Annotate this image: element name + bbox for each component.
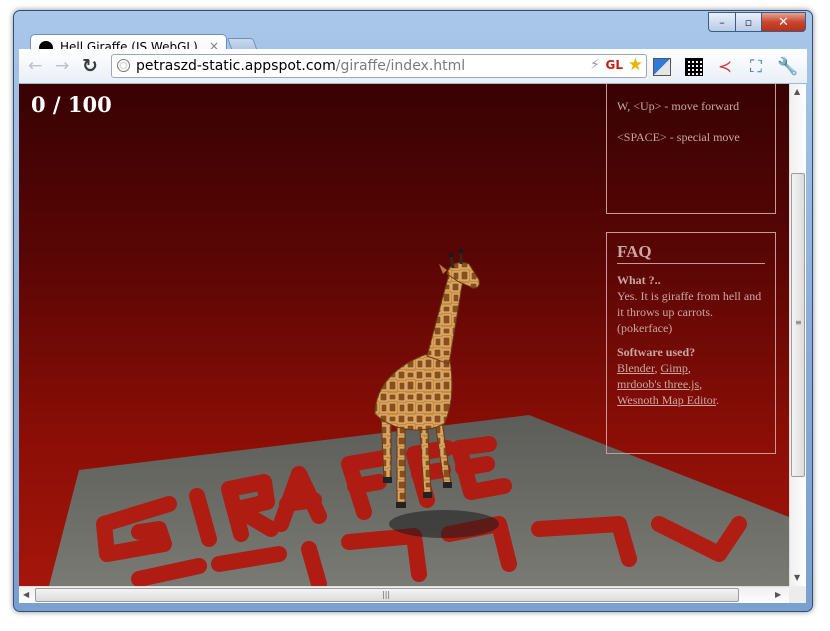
scroll-up-arrow-icon[interactable]: ▲ bbox=[794, 87, 800, 97]
bookmark-star-icon[interactable]: ★ bbox=[628, 55, 643, 75]
link-threejs[interactable]: mrdoob's three.js bbox=[617, 377, 699, 391]
faq-question-what: What ?.. bbox=[617, 273, 661, 287]
translate-icon[interactable] bbox=[653, 58, 671, 76]
webgl-badge-icon[interactable]: GL bbox=[606, 58, 624, 72]
control-special-move: <SPACE> - special move bbox=[617, 130, 740, 144]
reload-icon[interactable]: ↻ bbox=[82, 56, 98, 76]
forward-icon[interactable]: → bbox=[55, 56, 69, 76]
browser-window: – ▫ ✕ Hell Giraffe (JS WebGL) × ← → ↻ pe… bbox=[13, 10, 813, 612]
horizontal-scrollbar[interactable]: ◀ ||| ▶ bbox=[19, 586, 789, 603]
faq-question-software: Software used? bbox=[617, 345, 696, 359]
share-icon[interactable]: ≺ bbox=[716, 58, 734, 76]
vertical-scrollbar[interactable]: ▲ ≡ ▼ bbox=[789, 84, 806, 586]
scroll-down-arrow-icon[interactable]: ▼ bbox=[794, 573, 800, 583]
score-counter: 0 / 100 bbox=[31, 92, 112, 117]
url-host: petraszd-static.appspot.com bbox=[136, 58, 336, 74]
back-icon[interactable]: ← bbox=[28, 56, 42, 76]
grip-icon: ≡ bbox=[795, 318, 802, 327]
wrench-menu-icon[interactable]: 🔧 bbox=[777, 58, 798, 76]
minimize-button[interactable]: – bbox=[708, 12, 736, 32]
control-move-forward: W, <Up> - move forward bbox=[617, 99, 740, 113]
globe-icon bbox=[117, 59, 130, 72]
horizontal-scroll-thumb[interactable]: ||| bbox=[35, 588, 739, 602]
game-viewport[interactable]: 0 / 100 W, <Up> - move forward <SPACE> -… bbox=[19, 84, 789, 586]
controls-panel: W, <Up> - move forward <SPACE> - special… bbox=[606, 84, 776, 214]
close-window-button[interactable]: ✕ bbox=[762, 12, 806, 32]
qr-code-icon[interactable] bbox=[685, 58, 703, 76]
scroll-right-arrow-icon[interactable]: ▶ bbox=[775, 590, 781, 600]
grip-icon: ||| bbox=[382, 590, 391, 599]
scrollbar-corner bbox=[789, 586, 806, 603]
faq-panel: FAQ What ?.. Yes. It is giraffe from hel… bbox=[606, 232, 776, 454]
faq-answer-what: Yes. It is giraffe from hell and it thro… bbox=[617, 289, 762, 335]
url-text[interactable]: petraszd-static.appspot.com/giraffe/inde… bbox=[136, 58, 465, 74]
link-blender[interactable]: Blender bbox=[617, 361, 655, 375]
address-bar[interactable]: petraszd-static.appspot.com/giraffe/inde… bbox=[111, 54, 647, 78]
url-path: /giraffe/index.html bbox=[335, 58, 466, 74]
giraffe-shadow bbox=[389, 510, 499, 538]
bolt-icon[interactable]: ⚡ bbox=[590, 57, 600, 73]
vertical-scroll-thumb[interactable]: ≡ bbox=[791, 173, 805, 477]
maximize-button[interactable]: ▫ bbox=[736, 12, 762, 32]
toolbar: ← → ↻ petraszd-static.appspot.com/giraff… bbox=[19, 49, 807, 84]
faq-title: FAQ bbox=[617, 242, 765, 264]
link-wesnoth-map-editor[interactable]: Wesnoth Map Editor bbox=[617, 393, 716, 407]
link-gimp[interactable]: Gimp bbox=[661, 361, 688, 375]
faq-software-list: Blender, Gimp, mrdoob's three.js, Wesnot… bbox=[617, 361, 720, 407]
window-controls: – ▫ ✕ bbox=[708, 12, 806, 32]
scroll-left-arrow-icon[interactable]: ◀ bbox=[23, 590, 29, 600]
fullscreen-icon[interactable]: ⛶ bbox=[747, 58, 765, 76]
